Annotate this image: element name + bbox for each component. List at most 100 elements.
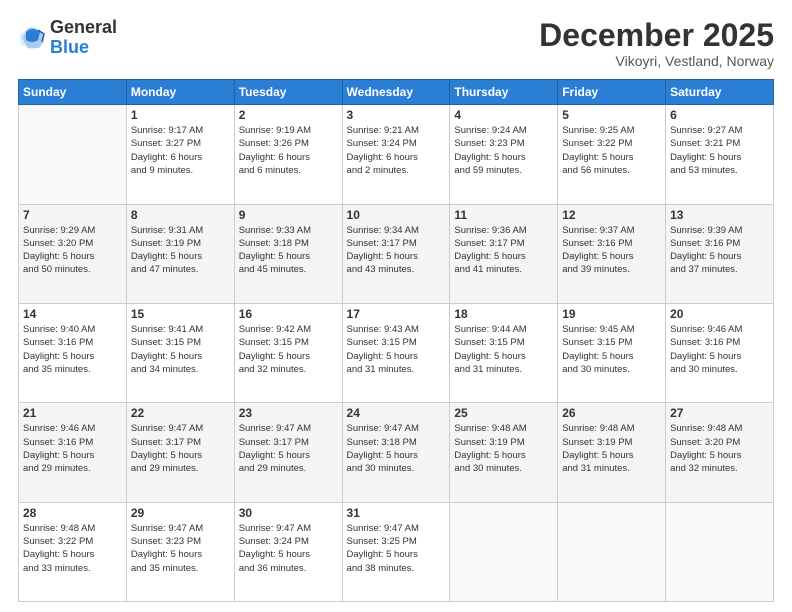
- calendar-cell: 19Sunrise: 9:45 AM Sunset: 3:15 PM Dayli…: [558, 303, 666, 402]
- day-info: Sunrise: 9:33 AM Sunset: 3:18 PM Dayligh…: [239, 224, 338, 277]
- day-info: Sunrise: 9:39 AM Sunset: 3:16 PM Dayligh…: [670, 224, 769, 277]
- header-monday: Monday: [126, 80, 234, 105]
- day-number: 7: [23, 208, 122, 222]
- calendar-cell: [19, 105, 127, 204]
- calendar-cell: 24 Sunrise: 9:47 AM Sunset: 3:18 PM Dayli…: [342, 403, 450, 502]
- day-number: 16: [239, 307, 338, 321]
- day-info: Sunrise: 9:46 AM Sunset: 3:16 PM Dayligh…: [670, 323, 769, 376]
- calendar-cell: 18Sunrise: 9:44 AM Sunset: 3:15 PM Dayli…: [450, 303, 558, 402]
- calendar-week-row: 21 Sunrise: 9:46 AM Sunset: 3:16 PM Dayli…: [19, 403, 774, 502]
- day-number: 27: [670, 406, 769, 420]
- day-info: Sunrise: 9:24 AM Sunset: 3:23 PM Dayligh…: [454, 124, 553, 177]
- day-number: 23: [239, 406, 338, 420]
- header: General Blue December 2025 Vikoyri, Vest…: [18, 18, 774, 69]
- day-info: Sunrise: 9:45 AM Sunset: 3:15 PM Dayligh…: [562, 323, 661, 376]
- calendar-cell: 14Sunrise: 9:40 AM Sunset: 3:16 PM Dayli…: [19, 303, 127, 402]
- calendar-cell: 22Sunrise: 9:47 AM Sunset: 3:17 PM Dayli…: [126, 403, 234, 502]
- day-number: 21: [23, 406, 122, 420]
- day-info: Sunrise: 9:42 AM Sunset: 3:15 PM Dayligh…: [239, 323, 338, 376]
- day-info: Sunrise: 9:47 AM Sunset: 3:18 PM Dayligh…: [347, 422, 446, 475]
- day-number: 15: [131, 307, 230, 321]
- day-number: 26: [562, 406, 661, 420]
- logo-text: General Blue: [50, 18, 117, 58]
- calendar-table: Sunday Monday Tuesday Wednesday Thursday…: [18, 79, 774, 602]
- calendar-cell: 13Sunrise: 9:39 AM Sunset: 3:16 PM Dayli…: [666, 204, 774, 303]
- calendar-cell: 12 Sunrise: 9:37 AM Sunset: 3:16 PM Dayli…: [558, 204, 666, 303]
- calendar-cell: [450, 502, 558, 601]
- day-info: Sunrise: 9:19 AM Sunset: 3:26 PM Dayligh…: [239, 124, 338, 177]
- calendar-cell: [666, 502, 774, 601]
- calendar-cell: 26 Sunrise: 9:48 AM Sunset: 3:19 PM Dayli…: [558, 403, 666, 502]
- day-info: Sunrise: 9:25 AM Sunset: 3:22 PM Dayligh…: [562, 124, 661, 177]
- logo: General Blue: [18, 18, 117, 58]
- day-number: 18: [454, 307, 553, 321]
- calendar-cell: 29 Sunrise: 9:47 AM Sunset: 3:23 PM Dayli…: [126, 502, 234, 601]
- calendar-cell: 17 Sunrise: 9:43 AM Sunset: 3:15 PM Dayli…: [342, 303, 450, 402]
- day-info: Sunrise: 9:37 AM Sunset: 3:16 PM Dayligh…: [562, 224, 661, 277]
- logo-general-text: General: [50, 18, 117, 38]
- calendar-cell: 28 Sunrise: 9:48 AM Sunset: 3:22 PM Dayli…: [19, 502, 127, 601]
- calendar-cell: 3 Sunrise: 9:21 AM Sunset: 3:24 PM Daylig…: [342, 105, 450, 204]
- calendar-cell: 20 Sunrise: 9:46 AM Sunset: 3:16 PM Dayli…: [666, 303, 774, 402]
- calendar-cell: 9 Sunrise: 9:33 AM Sunset: 3:18 PM Daylig…: [234, 204, 342, 303]
- day-number: 24: [347, 406, 446, 420]
- calendar-cell: 5 Sunrise: 9:25 AM Sunset: 3:22 PM Daylig…: [558, 105, 666, 204]
- day-info: Sunrise: 9:21 AM Sunset: 3:24 PM Dayligh…: [347, 124, 446, 177]
- header-saturday: Saturday: [666, 80, 774, 105]
- day-info: Sunrise: 9:47 AM Sunset: 3:17 PM Dayligh…: [239, 422, 338, 475]
- day-number: 28: [23, 506, 122, 520]
- day-number: 29: [131, 506, 230, 520]
- header-friday: Friday: [558, 80, 666, 105]
- calendar-cell: 4Sunrise: 9:24 AM Sunset: 3:23 PM Daylig…: [450, 105, 558, 204]
- calendar-cell: 8Sunrise: 9:31 AM Sunset: 3:19 PM Daylig…: [126, 204, 234, 303]
- header-sunday: Sunday: [19, 80, 127, 105]
- day-info: Sunrise: 9:31 AM Sunset: 3:19 PM Dayligh…: [131, 224, 230, 277]
- calendar-week-row: 7 Sunrise: 9:29 AM Sunset: 3:20 PM Daylig…: [19, 204, 774, 303]
- calendar-cell: 27 Sunrise: 9:48 AM Sunset: 3:20 PM Dayli…: [666, 403, 774, 502]
- day-info: Sunrise: 9:47 AM Sunset: 3:25 PM Dayligh…: [347, 522, 446, 575]
- day-number: 31: [347, 506, 446, 520]
- calendar-cell: [558, 502, 666, 601]
- header-wednesday: Wednesday: [342, 80, 450, 105]
- weekday-header-row: Sunday Monday Tuesday Wednesday Thursday…: [19, 80, 774, 105]
- day-number: 5: [562, 108, 661, 122]
- month-title: December 2025: [539, 18, 774, 53]
- day-info: Sunrise: 9:36 AM Sunset: 3:17 PM Dayligh…: [454, 224, 553, 277]
- day-info: Sunrise: 9:48 AM Sunset: 3:22 PM Dayligh…: [23, 522, 122, 575]
- calendar-cell: 31 Sunrise: 9:47 AM Sunset: 3:25 PM Dayli…: [342, 502, 450, 601]
- day-number: 11: [454, 208, 553, 222]
- day-number: 30: [239, 506, 338, 520]
- calendar-cell: 11 Sunrise: 9:36 AM Sunset: 3:17 PM Dayli…: [450, 204, 558, 303]
- location-subtitle: Vikoyri, Vestland, Norway: [539, 53, 774, 69]
- day-info: Sunrise: 9:29 AM Sunset: 3:20 PM Dayligh…: [23, 224, 122, 277]
- calendar-week-row: 14Sunrise: 9:40 AM Sunset: 3:16 PM Dayli…: [19, 303, 774, 402]
- calendar-cell: 23 Sunrise: 9:47 AM Sunset: 3:17 PM Dayli…: [234, 403, 342, 502]
- header-thursday: Thursday: [450, 80, 558, 105]
- day-info: Sunrise: 9:48 AM Sunset: 3:20 PM Dayligh…: [670, 422, 769, 475]
- calendar-cell: 2 Sunrise: 9:19 AM Sunset: 3:26 PM Daylig…: [234, 105, 342, 204]
- header-tuesday: Tuesday: [234, 80, 342, 105]
- day-number: 9: [239, 208, 338, 222]
- logo-blue-text: Blue: [50, 38, 117, 58]
- day-info: Sunrise: 9:43 AM Sunset: 3:15 PM Dayligh…: [347, 323, 446, 376]
- calendar-cell: 15Sunrise: 9:41 AM Sunset: 3:15 PM Dayli…: [126, 303, 234, 402]
- day-number: 12: [562, 208, 661, 222]
- day-number: 2: [239, 108, 338, 122]
- logo-icon: [18, 24, 46, 52]
- day-info: Sunrise: 9:48 AM Sunset: 3:19 PM Dayligh…: [562, 422, 661, 475]
- calendar-cell: 6Sunrise: 9:27 AM Sunset: 3:21 PM Daylig…: [666, 105, 774, 204]
- day-info: Sunrise: 9:47 AM Sunset: 3:23 PM Dayligh…: [131, 522, 230, 575]
- day-number: 25: [454, 406, 553, 420]
- day-number: 3: [347, 108, 446, 122]
- calendar-cell: 16 Sunrise: 9:42 AM Sunset: 3:15 PM Dayli…: [234, 303, 342, 402]
- day-number: 17: [347, 307, 446, 321]
- calendar-week-row: 1Sunrise: 9:17 AM Sunset: 3:27 PM Daylig…: [19, 105, 774, 204]
- day-number: 20: [670, 307, 769, 321]
- day-info: Sunrise: 9:46 AM Sunset: 3:16 PM Dayligh…: [23, 422, 122, 475]
- day-info: Sunrise: 9:47 AM Sunset: 3:24 PM Dayligh…: [239, 522, 338, 575]
- calendar-cell: 25Sunrise: 9:48 AM Sunset: 3:19 PM Dayli…: [450, 403, 558, 502]
- calendar-week-row: 28 Sunrise: 9:48 AM Sunset: 3:22 PM Dayli…: [19, 502, 774, 601]
- calendar-cell: 10Sunrise: 9:34 AM Sunset: 3:17 PM Dayli…: [342, 204, 450, 303]
- day-number: 6: [670, 108, 769, 122]
- day-info: Sunrise: 9:40 AM Sunset: 3:16 PM Dayligh…: [23, 323, 122, 376]
